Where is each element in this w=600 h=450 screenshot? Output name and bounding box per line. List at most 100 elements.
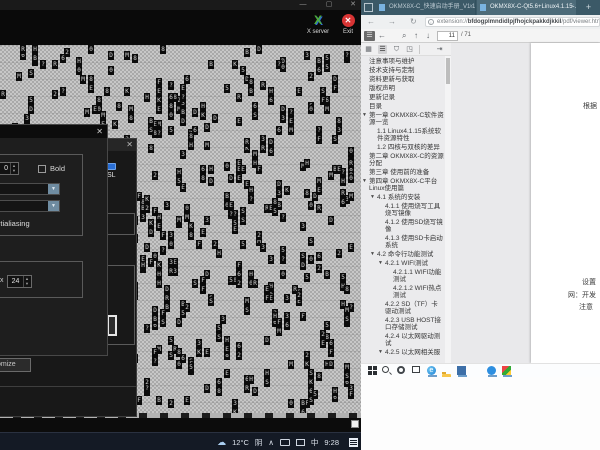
chevron-up-icon[interactable]: ∧ <box>268 438 274 447</box>
outline-item[interactable]: ▼第四章 OKMX8X-C平台Linux使用篇 <box>361 178 444 192</box>
taskview-taskbar-icon[interactable] <box>412 366 420 373</box>
maximize-icon[interactable]: ▢ <box>322 1 336 9</box>
outline-item[interactable]: ▼4.1 系统的安装 <box>361 194 444 201</box>
noise-glyph: ? <box>316 126 322 135</box>
cloud-icon[interactable]: ☁ <box>217 437 226 448</box>
chevron-down-icon[interactable]: ▼ <box>370 194 375 201</box>
chevron-down-icon[interactable]: ▼ <box>370 251 375 258</box>
noise-glyph: F <box>200 285 206 294</box>
outline-item[interactable]: ▼4.2.5 以太网相关服 <box>361 349 444 356</box>
outline-item[interactable]: 版权声明 <box>361 85 444 92</box>
font-family-dropdown[interactable]: ▼ <box>0 183 60 195</box>
new-tab-button[interactable]: + <box>583 2 594 13</box>
touch-keyboard-icon[interactable] <box>280 439 290 446</box>
layers-icon[interactable]: ◳ <box>405 45 414 54</box>
clock[interactable]: 9:28 <box>324 438 339 447</box>
outline-item[interactable]: 4.2.1.1 WIFI功能测试 <box>361 269 444 283</box>
outline-item[interactable]: 4.1.3 使用SD卡启动系统 <box>361 235 444 249</box>
xserver-button[interactable]: X X server <box>301 14 335 35</box>
noise-glyph: D <box>276 180 282 189</box>
tab-list-icon[interactable] <box>364 3 373 12</box>
outline-item[interactable]: ▼第一章 OKMX8X-C软件资源一览 <box>361 112 444 126</box>
outline-item[interactable]: 4.1.1 使用烧写工具烧写镜像 <box>361 203 444 217</box>
spinner-arrows-icon[interactable]: ▲▼ <box>23 276 30 287</box>
close-icon[interactable]: × <box>469 0 473 15</box>
noise-glyph: D <box>108 51 114 60</box>
outline-item-label: 4.2.3 USB HOST接口存储测试 <box>385 317 441 331</box>
start-taskbar-icon[interactable] <box>367 366 378 375</box>
outline-item[interactable]: 1.1 Linux4.1.15系统软件资源特性 <box>361 128 444 142</box>
prev-page-icon[interactable]: ↑ <box>414 31 418 41</box>
monitor-icon[interactable] <box>296 439 305 446</box>
exit-button[interactable]: ✕ Exit <box>331 14 365 35</box>
chevron-down-icon[interactable]: ▼ <box>362 112 367 119</box>
next-page-icon[interactable]: ↓ <box>426 31 430 41</box>
close-icon[interactable]: ✕ <box>96 127 103 136</box>
outline-item[interactable]: 目录 <box>361 103 444 110</box>
bold-checkbox[interactable] <box>38 165 46 173</box>
thumbnails-icon[interactable]: ▦ <box>364 45 373 54</box>
outline-item[interactable]: 更新记录 <box>361 94 444 101</box>
outline-icon[interactable]: ☰ <box>378 45 387 54</box>
outline-item[interactable]: ▼4.2.1 WIFI测试 <box>361 260 444 267</box>
scrollbar-thumb[interactable] <box>446 58 450 84</box>
noise-glyph: H <box>140 261 146 270</box>
noise-glyph: 8 <box>344 285 350 294</box>
outline-item[interactable]: 第三章 使用前的准备 <box>361 169 444 176</box>
font-style-dropdown[interactable]: ▼ <box>0 200 60 212</box>
weather-text[interactable]: 阴 <box>255 437 263 448</box>
reload-icon[interactable]: ↻ <box>410 17 417 27</box>
notification-panel-icon[interactable] <box>349 438 358 447</box>
tab-quickstart-manual[interactable]: OKMX8X-C_快速启动手册_V1.1... × <box>376 0 476 15</box>
outline-item[interactable]: 注意事项与维护 <box>361 58 444 65</box>
noise-glyph: 2 <box>304 351 310 360</box>
scrollbar-corner[interactable] <box>351 420 359 428</box>
outline-item[interactable]: 技术支持与定制 <box>361 67 444 74</box>
temperature[interactable]: 12°C <box>232 438 249 447</box>
chevron-down-icon[interactable]: ▼ <box>48 184 59 194</box>
page-number-input[interactable]: 11 <box>437 31 458 41</box>
ime-indicator[interactable]: 中 <box>311 437 319 448</box>
outline-item[interactable]: 1.2 四核与双核的差异 <box>361 144 444 151</box>
close-icon[interactable]: ✕ <box>126 140 133 149</box>
outline-item[interactable]: 4.2.3 USB HOST接口存储测试 <box>361 317 444 331</box>
noise-glyph: H <box>304 159 310 168</box>
outline-item[interactable]: 资料更新与获取 <box>361 76 444 83</box>
sidebar-toggle-icon[interactable]: ☰ <box>364 31 375 41</box>
back-icon[interactable]: ← <box>367 17 375 27</box>
chevron-down-icon[interactable]: ▼ <box>48 201 59 211</box>
spinner-arrows-icon[interactable]: ▲▼ <box>10 163 17 174</box>
close-icon[interactable]: ✕ <box>346 1 360 9</box>
current-outline-item-icon[interactable]: ⇥ <box>435 45 444 54</box>
customize-button[interactable]: omize <box>0 358 31 372</box>
chevron-down-icon[interactable]: ▼ <box>362 178 367 185</box>
size-spinner[interactable]: 24 ▲▼ <box>7 275 32 288</box>
cortana-taskbar-icon[interactable] <box>397 366 405 374</box>
appcolor-taskbar-icon[interactable] <box>502 366 511 375</box>
outline-item[interactable]: 4.2.2 SD（TF）卡驱动测试 <box>361 301 444 315</box>
chevron-down-icon[interactable]: ▼ <box>378 349 383 356</box>
noise-glyph: E <box>288 117 294 126</box>
tab-user-manual-active[interactable]: OKMX8X-C-Qt5.6+Linux4.1.15-... × <box>477 0 576 15</box>
search-icon[interactable]: ⌕ <box>402 31 406 41</box>
outline-item[interactable]: 4.2.4 以太网驱动测试 <box>361 333 444 347</box>
outline-item[interactable]: 4.1.2 使用SD烧写镜像 <box>361 219 444 233</box>
close-icon[interactable]: × <box>570 0 574 15</box>
chevron-down-icon[interactable]: ▼ <box>378 260 383 267</box>
outline-item[interactable]: 4.2.1.2 WIFI热点测试 <box>361 285 444 299</box>
noise-glyph: 0 <box>168 111 174 120</box>
appblue2-taskbar-icon[interactable] <box>487 366 496 375</box>
attachments-icon[interactable]: ⛉ <box>392 45 401 54</box>
appblue-taskbar-icon[interactable] <box>457 366 466 375</box>
edge-taskbar-icon[interactable]: e <box>427 366 436 375</box>
unknown-button-fragment[interactable] <box>107 315 117 336</box>
outline-item[interactable]: ▼4.2 命令行功能测试 <box>361 251 444 258</box>
forward-icon[interactable]: → <box>388 17 396 27</box>
search-taskbar-icon[interactable] <box>382 366 389 373</box>
url-bar[interactable]: i extension://bfdogplmndidlpjfhojckpakkd… <box>425 17 600 27</box>
back-icon[interactable]: ← <box>378 31 386 41</box>
font-size-spinner[interactable]: 0 ▲▼ <box>0 162 19 175</box>
outline-item[interactable]: 第二章 OKMX8X-C的资源分配 <box>361 153 444 167</box>
info-icon[interactable]: i <box>428 19 434 25</box>
minimize-icon[interactable]: — <box>296 1 310 9</box>
